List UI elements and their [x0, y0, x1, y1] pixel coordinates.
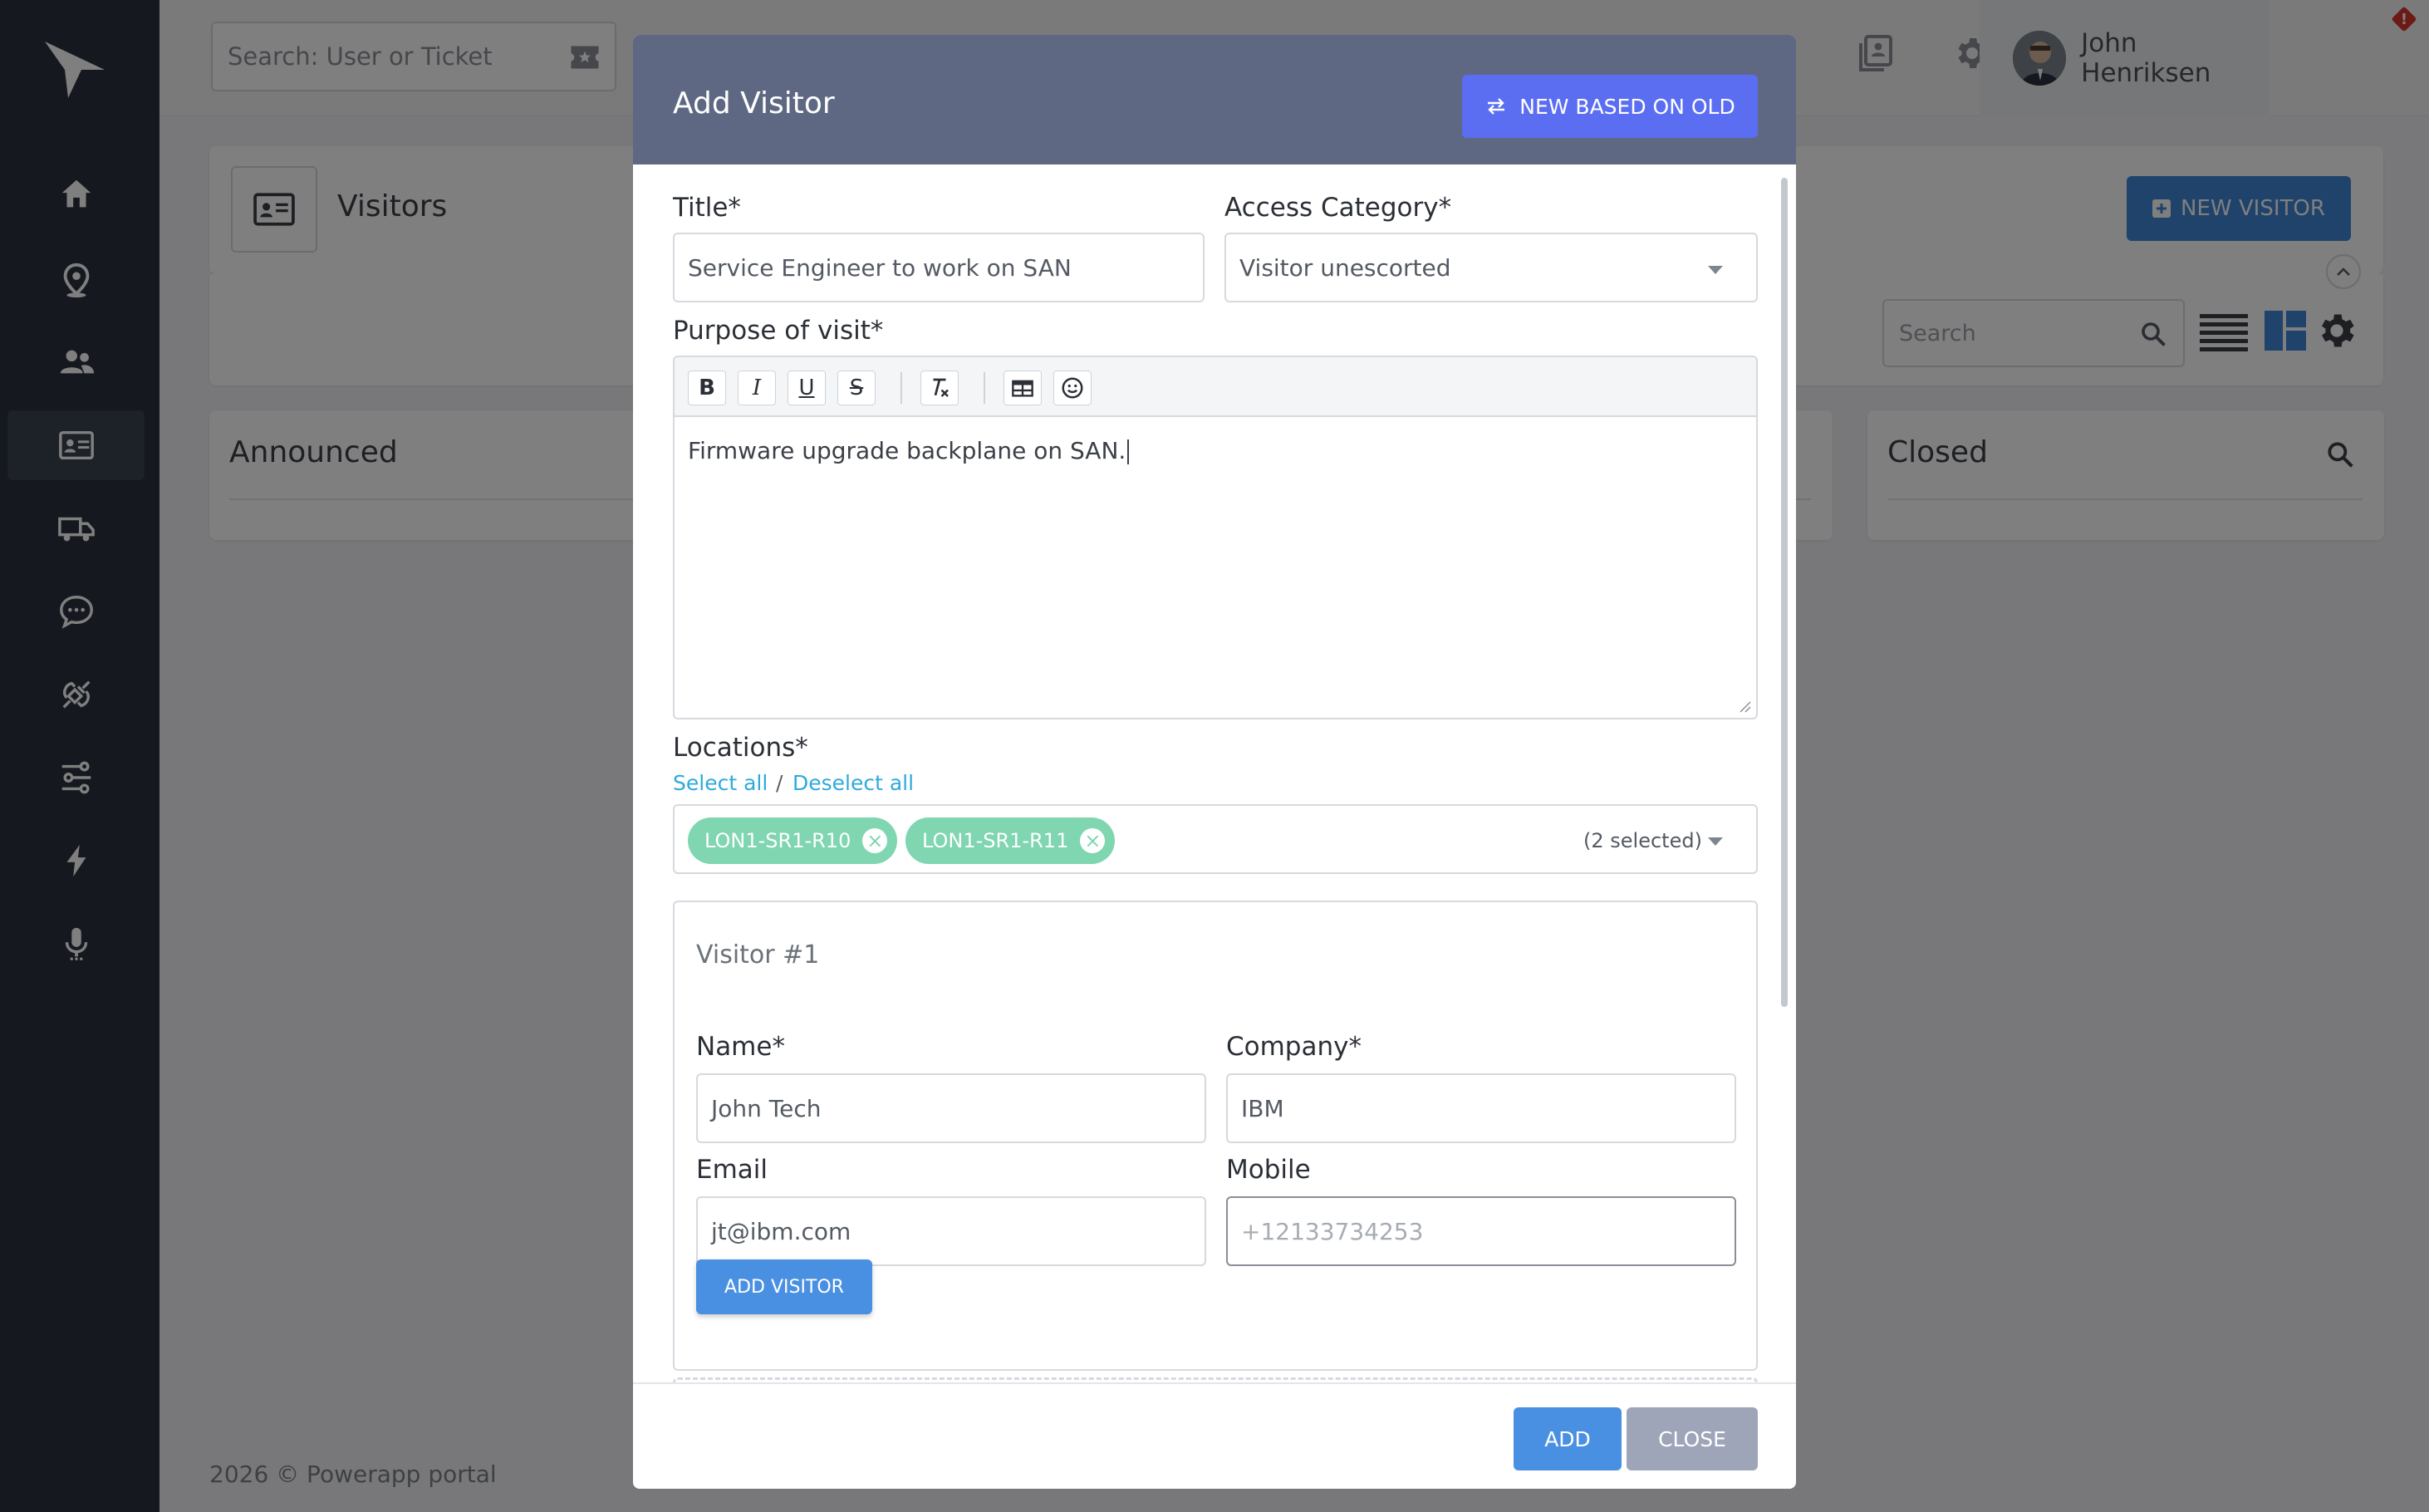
mobile-placeholder: +12133734253 — [1241, 1217, 1424, 1245]
add-visitor-button[interactable]: ADD VISITOR — [696, 1259, 872, 1314]
modal-title: Add Visitor — [673, 86, 835, 120]
link-separator: / — [776, 771, 783, 795]
clear-format-icon — [933, 378, 949, 397]
add-visitor-modal: Add Visitor NEW BASED ON OLD Title* Serv… — [633, 35, 1796, 1489]
chevron-down-icon — [1708, 266, 1723, 274]
access-category-select[interactable]: Visitor unescorted — [1224, 233, 1758, 302]
purpose-text: Firmware upgrade backplane on SAN. — [688, 437, 1126, 464]
new-based-on-old-label: NEW BASED ON OLD — [1519, 94, 1735, 119]
purpose-editor[interactable]: Firmware upgrade backplane on SAN. — [673, 415, 1758, 719]
close-button[interactable]: CLOSE — [1627, 1407, 1758, 1470]
modal-scrollbar[interactable] — [1781, 178, 1788, 1007]
select-all-link[interactable]: Select all — [673, 771, 768, 795]
add-visitor-label: ADD VISITOR — [724, 1276, 844, 1298]
mobile-label: Mobile — [1226, 1155, 1311, 1185]
email-input[interactable]: jt@ibm.com — [696, 1196, 1206, 1266]
visitor-card: Visitor #1 Name* John Tech Company* IBM … — [673, 901, 1758, 1371]
company-label: Company* — [1226, 1032, 1362, 1062]
resize-handle-icon[interactable] — [1738, 700, 1751, 713]
strikethrough-button[interactable]: S — [837, 371, 876, 405]
purpose-label: Purpose of visit* — [673, 316, 884, 346]
name-value: John Tech — [711, 1094, 822, 1122]
title-value: Service Engineer to work on SAN — [688, 253, 1072, 282]
bold-button[interactable]: B — [688, 371, 726, 405]
access-category-label: Access Category* — [1224, 193, 1452, 223]
text-cursor — [1127, 439, 1130, 464]
underline-button[interactable]: U — [788, 371, 826, 405]
location-tag-label: LON1-SR1-R11 — [922, 829, 1069, 852]
table-button[interactable] — [1003, 371, 1042, 405]
visitor-heading: Visitor #1 — [696, 940, 820, 970]
title-label: Title* — [673, 193, 741, 223]
close-label: CLOSE — [1658, 1426, 1726, 1451]
name-label: Name* — [696, 1032, 785, 1062]
toolbar-divider — [984, 372, 985, 404]
company-value: IBM — [1241, 1094, 1284, 1122]
location-tag-label: LON1-SR1-R10 — [704, 829, 851, 852]
deselect-all-link[interactable]: Deselect all — [792, 771, 914, 795]
add-label: ADD — [1544, 1426, 1591, 1451]
modal-header: Add Visitor NEW BASED ON OLD — [633, 35, 1796, 164]
remove-tag-icon[interactable]: × — [862, 828, 888, 853]
email-value: jt@ibm.com — [711, 1217, 851, 1245]
new-based-on-old-button[interactable]: NEW BASED ON OLD — [1462, 75, 1758, 138]
smiley-icon — [1062, 377, 1083, 399]
name-input[interactable]: John Tech — [696, 1073, 1206, 1143]
locations-label: Locations* — [673, 733, 808, 763]
table-icon — [1012, 380, 1033, 397]
email-label: Email — [696, 1155, 768, 1185]
location-tag: LON1-SR1-R10 × — [688, 817, 898, 864]
emoji-button[interactable] — [1053, 371, 1092, 405]
company-input[interactable]: IBM — [1226, 1073, 1736, 1143]
editor-toolbar: B I U S — [673, 356, 1758, 417]
chevron-down-icon — [1708, 837, 1723, 846]
swap-icon — [1488, 98, 1505, 115]
title-input[interactable]: Service Engineer to work on SAN — [673, 233, 1205, 302]
clear-format-button[interactable] — [920, 371, 959, 405]
location-tag: LON1-SR1-R11 × — [905, 817, 1116, 864]
selected-count: (2 selected) — [1583, 829, 1702, 852]
access-category-value: Visitor unescorted — [1239, 253, 1451, 282]
remove-tag-icon[interactable]: × — [1080, 828, 1106, 853]
mobile-input[interactable]: +12133734253 — [1226, 1196, 1736, 1266]
add-button[interactable]: ADD — [1514, 1407, 1622, 1470]
italic-button[interactable]: I — [738, 371, 776, 405]
modal-footer: ADD CLOSE — [633, 1382, 1796, 1489]
toolbar-divider — [900, 372, 902, 404]
